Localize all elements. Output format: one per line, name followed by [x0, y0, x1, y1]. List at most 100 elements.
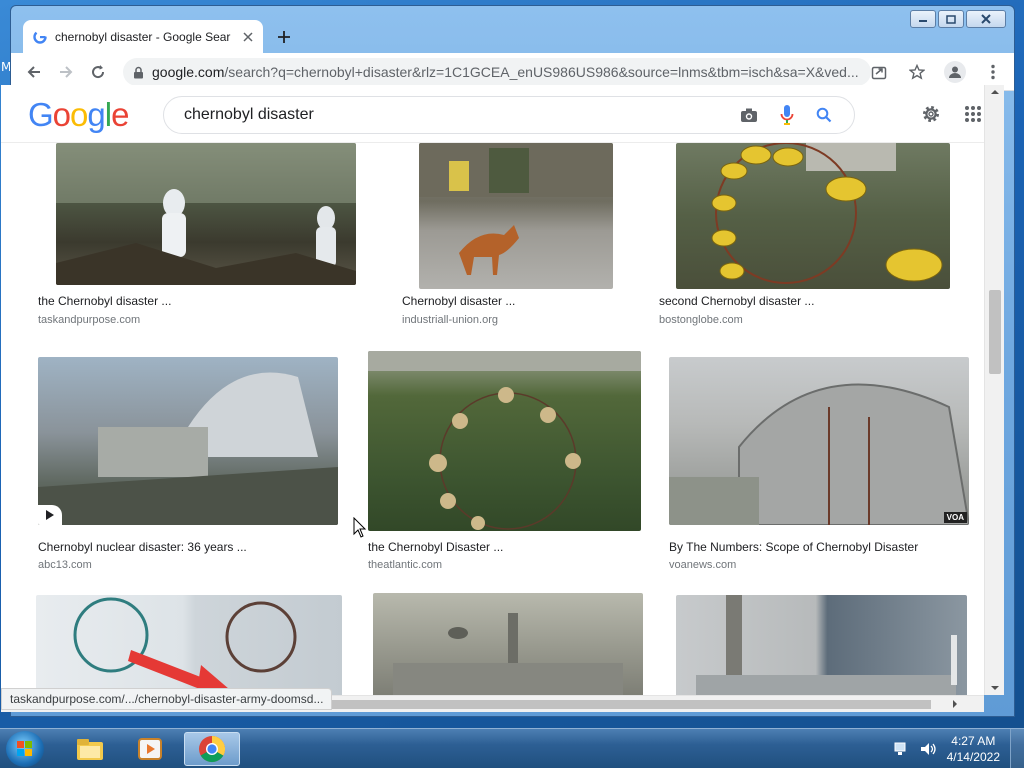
result-thumbnail[interactable]: [676, 143, 950, 289]
google-logo[interactable]: Google: [28, 96, 129, 134]
chrome-icon: [199, 735, 226, 763]
scroll-up-arrow-icon[interactable]: [985, 87, 1005, 97]
google-favicon-icon: [33, 29, 47, 44]
reload-button[interactable]: [83, 57, 113, 87]
close-icon: [981, 14, 991, 24]
settings-gear-icon[interactable]: [920, 103, 942, 125]
result-caption[interactable]: the Chernobyl Disaster ...: [368, 540, 503, 554]
volume-icon[interactable]: [919, 741, 937, 757]
play-icon: [46, 510, 54, 520]
url-text: google.com/search?q=chernobyl+disaster&r…: [152, 64, 859, 80]
avatar: [944, 61, 966, 83]
result-thumbnail[interactable]: [419, 143, 613, 289]
share-button[interactable]: [864, 57, 894, 87]
clock-date: 4/14/2022: [946, 750, 1000, 764]
vertical-scrollbar[interactable]: [984, 85, 1004, 695]
new-tab-button[interactable]: [273, 26, 295, 48]
network-icon[interactable]: [893, 741, 909, 757]
result-source[interactable]: industriall-union.org: [402, 314, 498, 326]
scroll-down-arrow-icon[interactable]: [985, 683, 1005, 693]
mouse-cursor-icon: [353, 517, 367, 538]
star-icon: [909, 64, 925, 80]
image-result-card[interactable]: second Chernobyl disaster ... bostonglob…: [654, 143, 974, 333]
start-button[interactable]: [6, 731, 44, 767]
horizontal-scroll-thumb[interactable]: [331, 700, 931, 709]
google-header: Google chernobyl disaster: [1, 85, 984, 143]
source-badge: VOA: [943, 512, 967, 523]
reactor-site-image: [393, 613, 623, 695]
show-desktop-button[interactable]: [1010, 729, 1024, 768]
result-caption[interactable]: By The Numbers: Scope of Chernobyl Disas…: [669, 540, 918, 554]
taskbar-media-player[interactable]: [122, 732, 178, 766]
status-bar-url: taskandpurpose.com/.../chernobyl-disaste…: [1, 688, 333, 710]
google-images-page: Google chernobyl disaster the Chernobyl …: [1, 85, 984, 695]
result-thumbnail[interactable]: [368, 351, 641, 531]
result-caption[interactable]: second Chernobyl disaster ...: [659, 294, 814, 308]
image-result-card[interactable]: [373, 590, 645, 695]
lock-icon: [134, 66, 143, 78]
result-caption[interactable]: the Chernobyl disaster ...: [38, 294, 171, 308]
folder-icon: [77, 739, 103, 760]
result-source[interactable]: voanews.com: [669, 559, 736, 571]
reload-icon: [92, 64, 105, 78]
arch-construction-image: [669, 383, 969, 525]
taskbar-explorer[interactable]: [62, 732, 118, 766]
browser-tab[interactable]: chernobyl disaster - Google Sear: [23, 20, 263, 53]
vertical-scroll-thumb[interactable]: [989, 290, 1001, 374]
search-input[interactable]: chernobyl disaster: [184, 106, 740, 124]
result-source[interactable]: abc13.com: [38, 559, 92, 571]
plus-icon: [278, 31, 290, 43]
clock-time: 4:27 AM: [951, 734, 996, 748]
share-icon: [871, 66, 887, 80]
forward-button[interactable]: [51, 57, 81, 87]
image-result-card[interactable]: [676, 590, 971, 695]
aerial-ferris-wheel-image: [368, 351, 641, 530]
result-thumbnail[interactable]: [56, 143, 356, 285]
result-caption[interactable]: Chernobyl disaster ...: [402, 294, 515, 308]
image-result-card[interactable]: [33, 590, 353, 695]
search-box[interactable]: chernobyl disaster: [163, 96, 855, 134]
back-arrow-icon: [27, 65, 40, 78]
system-clock[interactable]: 4:27 AM 4/14/2022: [947, 733, 1000, 765]
apps-grid-icon[interactable]: [964, 105, 982, 123]
bookmark-button[interactable]: [902, 57, 932, 87]
result-thumbnail[interactable]: [373, 593, 643, 695]
back-button[interactable]: [19, 57, 49, 87]
result-source[interactable]: theatlantic.com: [368, 559, 442, 571]
windows-taskbar: 4:27 AM 4/14/2022: [0, 728, 1024, 768]
close-button[interactable]: [966, 10, 1006, 28]
window-controls: [910, 10, 1006, 28]
tab-close-icon[interactable]: [243, 31, 253, 42]
microphone-icon[interactable]: [780, 104, 794, 126]
image-result-card[interactable]: Chernobyl nuclear disaster: 36 years ...…: [33, 350, 353, 571]
result-thumbnail[interactable]: [676, 595, 967, 695]
fox-image: [419, 143, 613, 275]
camera-icon[interactable]: [740, 107, 758, 123]
person-icon: [949, 66, 961, 78]
system-tray: 4:27 AM 4/14/2022: [893, 729, 1024, 768]
result-source[interactable]: bostonglobe.com: [659, 314, 743, 326]
result-thumbnail[interactable]: [36, 595, 342, 695]
windows-logo-icon: [17, 741, 32, 756]
result-caption[interactable]: Chernobyl nuclear disaster: 36 years ...: [38, 540, 247, 554]
minimize-button[interactable]: [910, 10, 936, 28]
result-thumbnail[interactable]: [38, 357, 338, 525]
maximize-button[interactable]: [938, 10, 964, 28]
image-result-card[interactable]: the Chernobyl disaster ... taskandpurpos…: [33, 143, 373, 333]
result-source[interactable]: taskandpurpose.com: [38, 314, 140, 326]
url-host: google.com: [152, 64, 225, 80]
address-bar[interactable]: google.com/search?q=chernobyl+disaster&r…: [123, 58, 871, 86]
result-thumbnail[interactable]: VOA: [669, 357, 969, 525]
ferris-wheel-cabins-image: [711, 143, 943, 284]
image-result-card[interactable]: VOA By The Numbers: Scope of Chernobyl D…: [664, 350, 984, 571]
vertical-dots-icon: [991, 64, 995, 80]
browser-menu-button[interactable]: [978, 57, 1008, 87]
search-icon[interactable]: [816, 107, 832, 123]
image-result-card[interactable]: Chernobyl disaster ... industriall-union…: [396, 143, 636, 333]
image-result-card[interactable]: the Chernobyl Disaster ... theatlantic.c…: [363, 350, 653, 571]
scroll-right-arrow-icon[interactable]: [950, 698, 960, 710]
taskbar-chrome[interactable]: [184, 732, 240, 766]
ferris-wheel-comparison-image: [73, 597, 297, 695]
url-path: /search?q=chernobyl+disaster&rlz=1C1GCEA…: [224, 64, 859, 80]
profile-button[interactable]: [940, 57, 970, 87]
